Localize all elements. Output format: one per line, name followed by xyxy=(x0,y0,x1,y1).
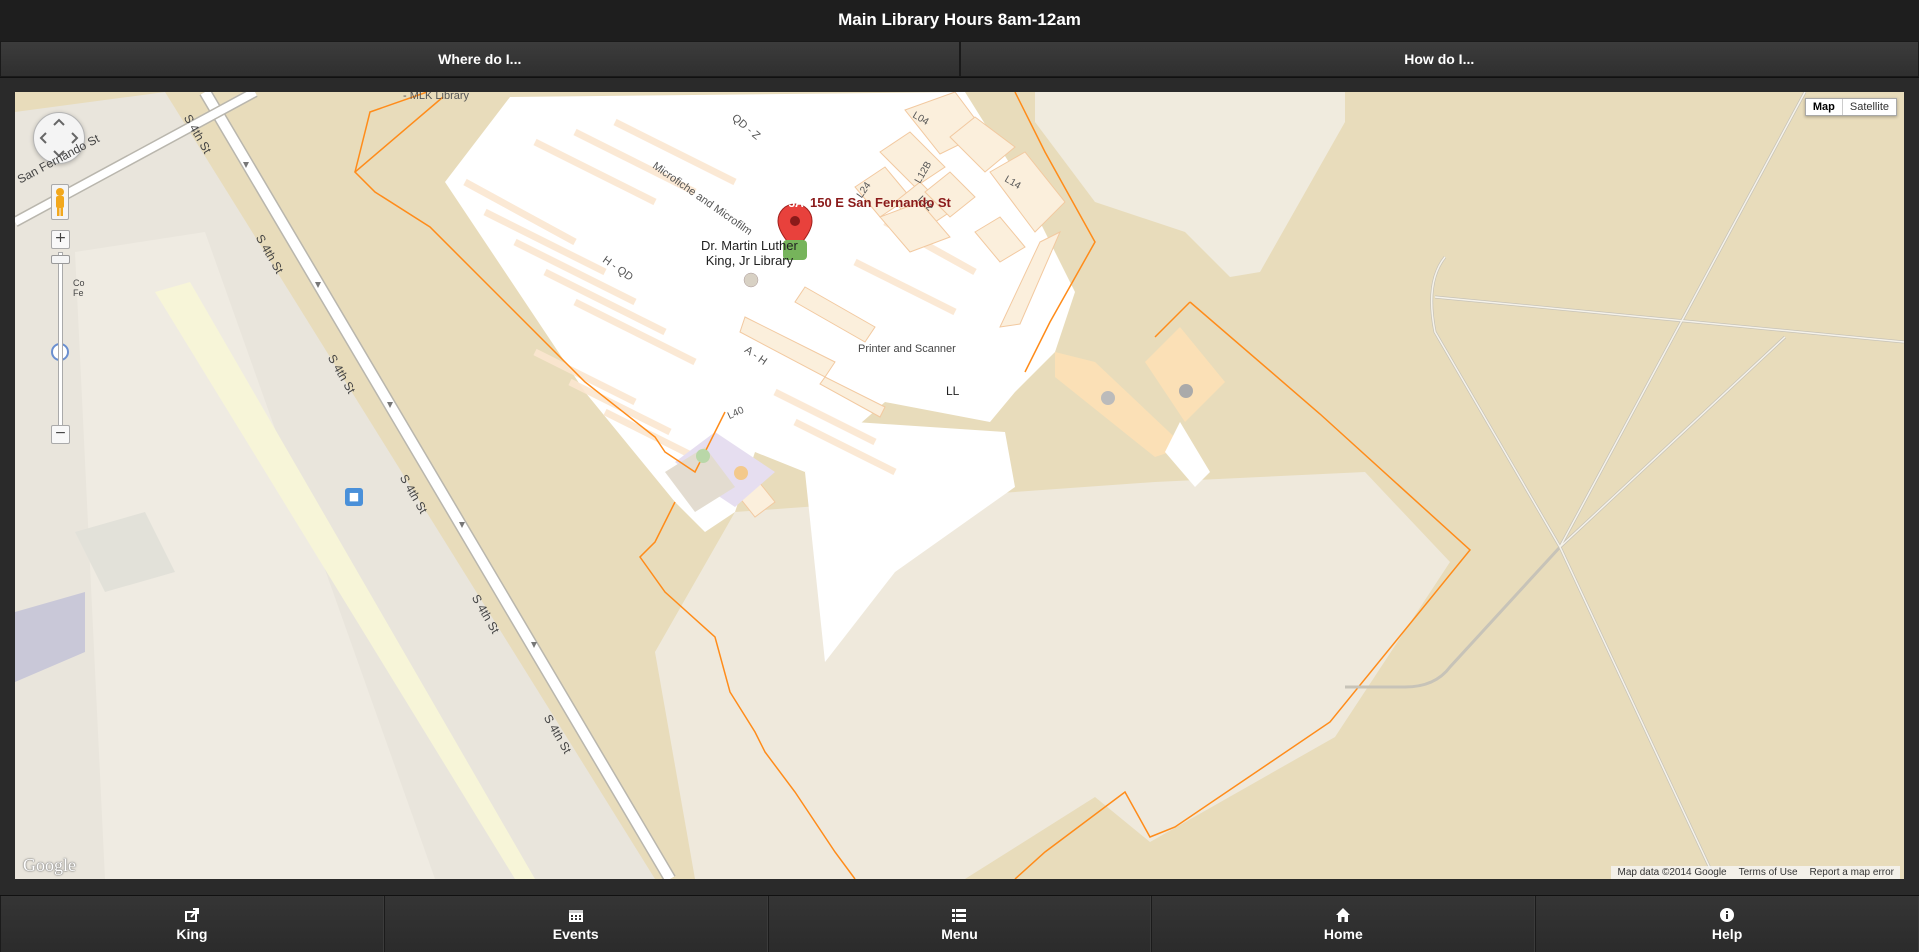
footer-help-label: Help xyxy=(1712,926,1742,942)
map-attribution: Map data ©2014 Google Terms of Use Repor… xyxy=(1611,866,1900,879)
app-header: Main Library Hours 8am-12am xyxy=(0,0,1919,42)
printer-scanner-label: Printer and Scanner xyxy=(858,343,956,355)
footer-menu-label: Menu xyxy=(941,926,978,942)
floor-label-ll: LL xyxy=(946,384,959,398)
where-do-i-button[interactable]: Where do I... xyxy=(0,41,960,77)
map-type-satellite-button[interactable]: Satellite xyxy=(1843,99,1896,115)
marker-badge: 5A xyxy=(784,196,808,210)
footer-home-label: Home xyxy=(1324,926,1363,942)
list-icon xyxy=(951,907,967,923)
zoom-in-button[interactable]: + xyxy=(51,230,70,249)
map-data-credit: Map data ©2014 Google xyxy=(1611,866,1732,879)
info-icon xyxy=(1719,907,1735,923)
top-nav: Where do I... How do I... xyxy=(0,41,1919,78)
zoom-slider-thumb[interactable] xyxy=(51,255,70,264)
map-view[interactable]: Map Satellite + − - MLK Library San Fern… xyxy=(15,92,1904,879)
footer-menu-button[interactable]: Menu xyxy=(768,896,1152,952)
share-icon xyxy=(184,907,200,923)
footer-home-button[interactable]: Home xyxy=(1151,896,1535,952)
google-logo: Google xyxy=(23,855,76,876)
footer-king-label: King xyxy=(176,926,207,942)
bus-stop-icon[interactable]: ■ xyxy=(345,488,363,506)
library-poi-line2: King, Jr Library xyxy=(701,253,798,268)
footer-events-label: Events xyxy=(553,926,599,942)
zoom-out-button[interactable]: − xyxy=(51,425,70,444)
zoom-slider-track[interactable] xyxy=(58,252,63,434)
footer-help-button[interactable]: Help xyxy=(1535,896,1919,952)
map-canvas xyxy=(15,92,1904,879)
report-map-error-link[interactable]: Report a map error xyxy=(1804,866,1900,879)
terms-of-use-link[interactable]: Terms of Use xyxy=(1733,866,1804,879)
mlk-library-label: - MLK Library xyxy=(403,92,469,102)
page-title: Main Library Hours 8am-12am xyxy=(838,10,1081,29)
footer-king-button[interactable]: King xyxy=(0,896,384,952)
map-type-control: Map Satellite xyxy=(1805,98,1897,116)
library-poi-line1: Dr. Martin Luther xyxy=(701,238,798,253)
side-poi-label: Co Fe xyxy=(73,278,85,298)
home-icon xyxy=(1335,907,1351,923)
library-poi-label[interactable]: Dr. Martin Luther King, Jr Library xyxy=(701,238,798,268)
map-type-map-button[interactable]: Map xyxy=(1806,99,1843,115)
how-do-i-button[interactable]: How do I... xyxy=(960,41,1919,77)
bottom-nav: King Events Menu xyxy=(0,895,1919,952)
footer-events-button[interactable]: Events xyxy=(384,896,768,952)
pegman-icon[interactable] xyxy=(51,184,69,220)
marker-address-label[interactable]: 150 E San Fernando St xyxy=(810,195,951,210)
calendar-icon xyxy=(568,907,584,923)
